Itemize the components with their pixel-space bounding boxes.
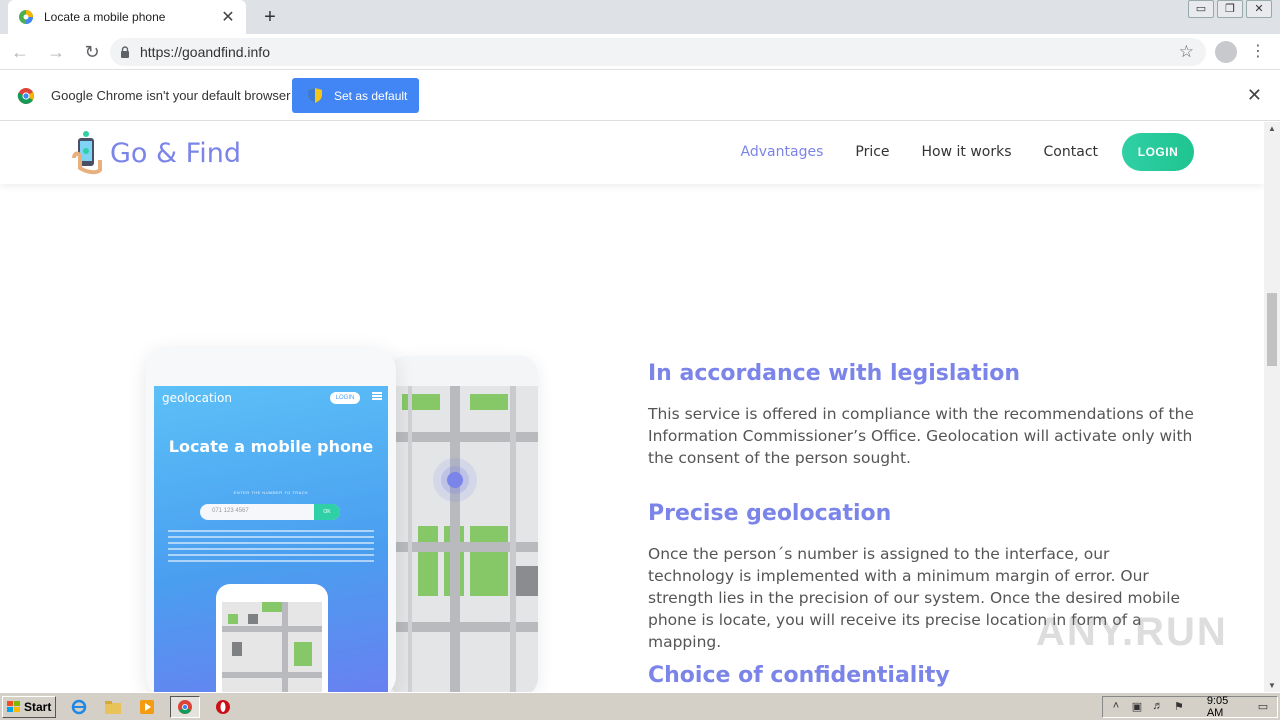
page-viewport: Go & Find Advantages Price How it works … xyxy=(0,122,1264,692)
volume-icon[interactable]: ♬ xyxy=(1151,700,1165,714)
scroll-up-icon[interactable]: ▲ xyxy=(1268,124,1276,133)
hamburger-menu-icon xyxy=(372,392,382,400)
back-arrow-icon[interactable]: ← xyxy=(4,36,36,68)
windows-taskbar: Start ˄ ▣ ♬ ⚑ 9:05 AM ▭ xyxy=(0,692,1280,720)
tab-title: Locate a mobile phone xyxy=(44,10,166,24)
page-scrollbar[interactable]: ▲ ▼ xyxy=(1264,122,1280,692)
tab-close-icon[interactable]: ✕ xyxy=(220,7,236,27)
start-button[interactable]: Start xyxy=(2,695,56,718)
set-as-default-label: Set as default xyxy=(334,88,408,103)
section-body-legislation: This service is offered in compliance wi… xyxy=(648,405,1194,467)
window-controls: ▭ ❐ ✕ xyxy=(1185,0,1272,18)
reload-icon[interactable]: ↻ xyxy=(76,36,108,68)
tray-expand-icon[interactable]: ˄ xyxy=(1109,700,1123,714)
login-button[interactable]: LOGIN xyxy=(1122,133,1194,171)
mock-subtitle: ENTER THE NUMBER TO TRACK xyxy=(233,490,309,495)
forward-arrow-icon[interactable]: → xyxy=(40,36,72,68)
minimize-button[interactable]: ▭ xyxy=(1188,0,1214,18)
opera-icon[interactable] xyxy=(212,696,234,718)
network-icon[interactable]: ▣ xyxy=(1130,700,1144,714)
chrome-taskbar-icon[interactable] xyxy=(170,695,200,718)
brand-logo[interactable]: Go & Find xyxy=(70,130,241,176)
url-text: https://goandfind.info xyxy=(140,44,270,60)
menu-item-price[interactable]: Price xyxy=(855,144,889,160)
show-desktop-icon[interactable]: ▭ xyxy=(1256,700,1270,714)
close-window-button[interactable]: ✕ xyxy=(1246,0,1272,18)
section-title-precise: Precise geolocation xyxy=(648,501,892,526)
address-bar[interactable]: https://goandfind.info ☆ xyxy=(110,38,1206,66)
action-center-flag-icon[interactable]: ⚑ xyxy=(1172,700,1186,714)
mini-map-image xyxy=(222,602,322,692)
scroll-down-icon[interactable]: ▼ xyxy=(1268,681,1276,690)
scrollbar-thumb[interactable] xyxy=(1267,293,1277,366)
profile-avatar-icon[interactable] xyxy=(1215,41,1237,63)
new-tab-button[interactable]: + xyxy=(258,5,282,29)
map-phone-mockup xyxy=(388,356,538,692)
browser-window: Locate a mobile phone ✕ + ▭ ❐ ✕ ← → ↻ ht… xyxy=(0,0,1280,720)
taskbar-clock[interactable]: 9:05 AM xyxy=(1207,695,1242,719)
site-menu: Advantages Price How it works Contact LO… xyxy=(709,133,1194,171)
city-map-image xyxy=(388,386,538,692)
explorer-folder-icon[interactable] xyxy=(102,696,124,718)
site-favicon-icon xyxy=(19,10,33,24)
section-title-confidentiality: Choice of confidentiality xyxy=(648,663,950,688)
phone-screen: geolocation LOGIN Locate a mobile phone … xyxy=(154,386,388,692)
menu-item-contact[interactable]: Contact xyxy=(1044,144,1098,160)
mock-number-field: 071 123 4567 OK xyxy=(200,504,340,520)
app-phone-mockup: geolocation LOGIN Locate a mobile phone … xyxy=(146,348,396,692)
mock-login-button: LOGIN xyxy=(330,392,360,404)
mock-headline: Locate a mobile phone xyxy=(168,437,374,456)
browser-tab[interactable]: Locate a mobile phone ✕ xyxy=(8,0,246,34)
mock-paragraph-lines xyxy=(168,530,374,564)
infobar-close-icon[interactable]: ✕ xyxy=(1247,85,1262,106)
ie-icon[interactable] xyxy=(68,696,90,718)
system-tray: ˄ ▣ ♬ ⚑ 9:05 AM ▭ xyxy=(1102,695,1278,719)
hand-phone-logo-icon xyxy=(72,131,102,175)
lock-icon xyxy=(121,46,129,58)
anyrun-watermark: ANY.RUN xyxy=(1036,610,1228,654)
chrome-logo-icon xyxy=(17,87,35,104)
site-header: Go & Find Advantages Price How it works … xyxy=(0,122,1264,184)
menu-item-how-it-works[interactable]: How it works xyxy=(922,144,1012,160)
tab-strip: Locate a mobile phone ✕ + ▭ ❐ ✕ xyxy=(0,0,1280,34)
windows-flag-icon xyxy=(7,700,20,712)
mock-placeholder: 071 123 4567 xyxy=(212,508,249,514)
mini-phone-image xyxy=(216,584,328,692)
bookmark-star-icon[interactable]: ☆ xyxy=(1179,42,1194,62)
brand-name: Go & Find xyxy=(110,137,241,169)
default-browser-infobar: Google Chrome isn't your default browser… xyxy=(0,71,1280,121)
restore-button[interactable]: ❐ xyxy=(1217,0,1243,18)
menu-item-advantages[interactable]: Advantages xyxy=(741,144,824,160)
browser-toolbar: ← → ↻ https://goandfind.info ☆ ⋮ xyxy=(0,34,1280,70)
section-title-legislation: In accordance with legislation xyxy=(648,361,1021,386)
media-player-icon[interactable] xyxy=(136,696,158,718)
start-label: Start xyxy=(24,699,52,714)
mock-brand: geolocation xyxy=(162,391,232,405)
phones-illustration: geolocation LOGIN Locate a mobile phone … xyxy=(140,344,550,692)
mock-ok-button: OK xyxy=(314,504,340,520)
menu-kebab-icon[interactable]: ⋮ xyxy=(1250,41,1266,63)
uac-shield-icon xyxy=(308,88,322,103)
infobar-message: Google Chrome isn't your default browser xyxy=(51,88,291,103)
set-as-default-button[interactable]: Set as default xyxy=(292,78,419,113)
